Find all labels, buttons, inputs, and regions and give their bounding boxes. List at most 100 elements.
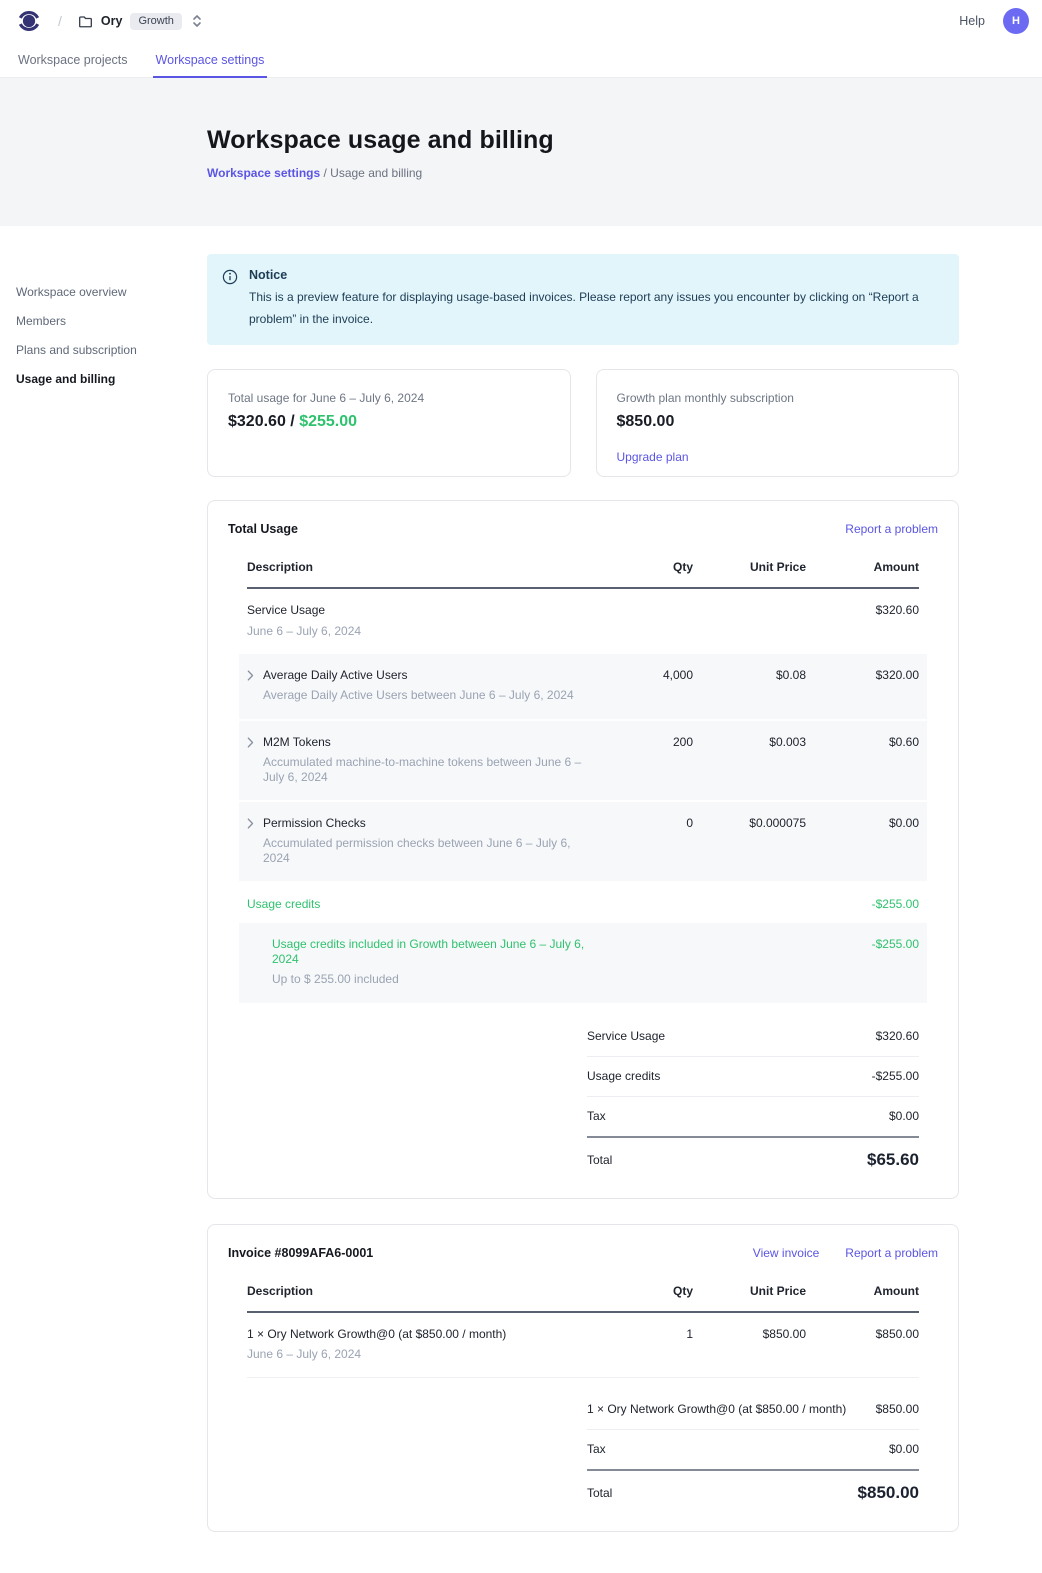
totals-value: $320.60 — [876, 1029, 919, 1043]
info-icon — [222, 269, 238, 330]
totals-row-tax: Tax $0.00 — [587, 1097, 919, 1136]
table-row-average-daily-active-users: Average Daily Active Users Average Daily… — [239, 654, 927, 721]
upgrade-plan-link[interactable]: Upgrade plan — [617, 450, 939, 464]
totals-row-growth-line: 1 × Ory Network Growth@0 (at $850.00 / m… — [587, 1390, 919, 1430]
row-unit-price: $0.000075 — [711, 816, 806, 830]
row-qty: 0 — [613, 816, 693, 830]
totals-label: Total — [587, 1486, 612, 1500]
usage-table-header: Description Qty Unit Price Amount — [247, 548, 919, 589]
col-amount: Amount — [824, 560, 919, 574]
table-row-ory-network-growth: 1 × Ory Network Growth@0 (at $850.00 / m… — [247, 1313, 919, 1379]
col-description: Description — [247, 1284, 595, 1298]
breadcrumb: Workspace settings / Usage and billing — [207, 166, 1042, 180]
row-subtitle: Up to $ 255.00 included — [272, 972, 595, 986]
row-unit-price: $850.00 — [711, 1327, 806, 1341]
totals-grand-value: $65.60 — [867, 1150, 919, 1170]
row-amount: $850.00 — [824, 1327, 919, 1341]
tab-workspace-settings[interactable]: Workspace settings — [156, 42, 265, 77]
row-unit-price: $0.003 — [711, 735, 806, 749]
row-title: Usage credits — [247, 897, 595, 911]
notice-banner: Notice This is a preview feature for dis… — [207, 254, 959, 345]
totals-label: Tax — [587, 1109, 606, 1123]
breadcrumb-separator: / — [52, 13, 68, 29]
table-row-usage-credits-detail: Usage credits included in Growth between… — [239, 923, 927, 1004]
totals-value: $0.00 — [889, 1109, 919, 1123]
invoice-totals: 1 × Ory Network Growth@0 (at $850.00 / m… — [587, 1390, 919, 1503]
col-qty: Qty — [613, 1284, 693, 1298]
row-amount: $0.60 — [824, 735, 919, 749]
expand-chevron-icon[interactable] — [247, 737, 254, 784]
breadcrumb-separator: / — [320, 166, 330, 180]
report-problem-link[interactable]: Report a problem — [845, 522, 938, 536]
avatar[interactable]: H — [1003, 8, 1029, 34]
row-subtitle: June 6 – July 6, 2024 — [247, 624, 595, 638]
row-amount: $320.00 — [824, 668, 919, 682]
usage-totals: Service Usage $320.60 Usage credits -$25… — [587, 1017, 919, 1170]
col-amount: Amount — [824, 1284, 919, 1298]
row-qty: 4,000 — [613, 668, 693, 682]
total-usage-value: $320.60 / $255.00 — [228, 413, 550, 431]
row-unit-price: $0.08 — [711, 668, 806, 682]
totals-value: -$255.00 — [872, 1069, 919, 1083]
chevron-up-down-icon[interactable] — [192, 14, 202, 28]
ory-logo-icon[interactable] — [16, 8, 42, 34]
report-problem-link[interactable]: Report a problem — [845, 1246, 938, 1260]
sidebar-item-workspace-overview[interactable]: Workspace overview — [16, 284, 191, 300]
table-row-service-usage: Service Usage June 6 – July 6, 2024 $320… — [247, 589, 919, 654]
subscription-amount: $850.00 — [617, 413, 939, 431]
page-title: Workspace usage and billing — [207, 126, 1042, 155]
row-title: M2M Tokens — [263, 735, 595, 749]
totals-label: 1 × Ory Network Growth@0 (at $850.00 / m… — [587, 1402, 846, 1416]
totals-label: Tax — [587, 1442, 606, 1456]
row-amount: -$255.00 — [824, 937, 919, 951]
table-row-permission-checks: Permission Checks Accumulated permission… — [239, 802, 927, 883]
row-subtitle: June 6 – July 6, 2024 — [247, 1347, 595, 1361]
sidebar-item-members[interactable]: Members — [16, 313, 191, 329]
usage-separator: / — [286, 413, 299, 430]
col-unit-price: Unit Price — [711, 1284, 806, 1298]
sidebar-item-usage-billing[interactable]: Usage and billing — [16, 371, 191, 387]
workspace-switcher[interactable]: Ory Growth — [78, 13, 202, 30]
row-subtitle: Accumulated permission checks between Ju… — [263, 836, 595, 865]
view-invoice-link[interactable]: View invoice — [753, 1246, 819, 1260]
breadcrumb-current: Usage and billing — [330, 166, 422, 180]
col-unit-price: Unit Price — [711, 560, 806, 574]
subscription-card: Growth plan monthly subscription $850.00… — [596, 369, 960, 477]
row-subtitle: Accumulated machine-to-machine tokens be… — [263, 755, 595, 784]
usage-used: $320.60 — [228, 413, 286, 430]
expand-chevron-icon[interactable] — [247, 670, 254, 703]
plan-badge: Growth — [130, 13, 181, 30]
help-link[interactable]: Help — [959, 14, 985, 28]
workspace-tabs: Workspace projects Workspace settings — [0, 42, 1042, 78]
breadcrumb-link-workspace-settings[interactable]: Workspace settings — [207, 166, 320, 180]
sidebar-item-plans-subscription[interactable]: Plans and subscription — [16, 342, 191, 358]
totals-value: $0.00 — [889, 1442, 919, 1456]
row-amount: $0.00 — [824, 816, 919, 830]
totals-row-total: Total $65.60 — [587, 1136, 919, 1170]
folder-icon — [78, 14, 93, 29]
workspace-name: Ory — [101, 14, 123, 28]
top-bar: / Ory Growth Help H — [0, 0, 1042, 42]
total-usage-card: Total usage for June 6 – July 6, 2024 $3… — [207, 369, 571, 477]
totals-row-usage-credits: Usage credits -$255.00 — [587, 1057, 919, 1097]
subscription-label: Growth plan monthly subscription — [617, 391, 939, 405]
row-title: Usage credits included in Growth between… — [272, 937, 595, 966]
totals-label: Usage credits — [587, 1069, 660, 1083]
totals-row-service-usage: Service Usage $320.60 — [587, 1017, 919, 1057]
row-title: 1 × Ory Network Growth@0 (at $850.00 / m… — [247, 1327, 595, 1341]
total-usage-panel: Total Usage Report a problem Description… — [207, 500, 959, 1198]
totals-label: Service Usage — [587, 1029, 665, 1043]
expand-chevron-icon[interactable] — [247, 818, 254, 865]
row-qty: 200 — [613, 735, 693, 749]
table-row-m2m-tokens: M2M Tokens Accumulated machine-to-machin… — [239, 721, 927, 802]
totals-grand-value: $850.00 — [858, 1483, 919, 1503]
row-title: Permission Checks — [263, 816, 595, 830]
row-amount: $320.60 — [824, 603, 919, 617]
row-subtitle: Average Daily Active Users between June … — [263, 688, 574, 702]
col-qty: Qty — [613, 560, 693, 574]
totals-value: $850.00 — [876, 1402, 919, 1416]
col-description: Description — [247, 560, 595, 574]
page-hero: Workspace usage and billing Workspace se… — [0, 78, 1042, 226]
tab-workspace-projects[interactable]: Workspace projects — [18, 42, 128, 77]
row-title: Service Usage — [247, 603, 595, 617]
